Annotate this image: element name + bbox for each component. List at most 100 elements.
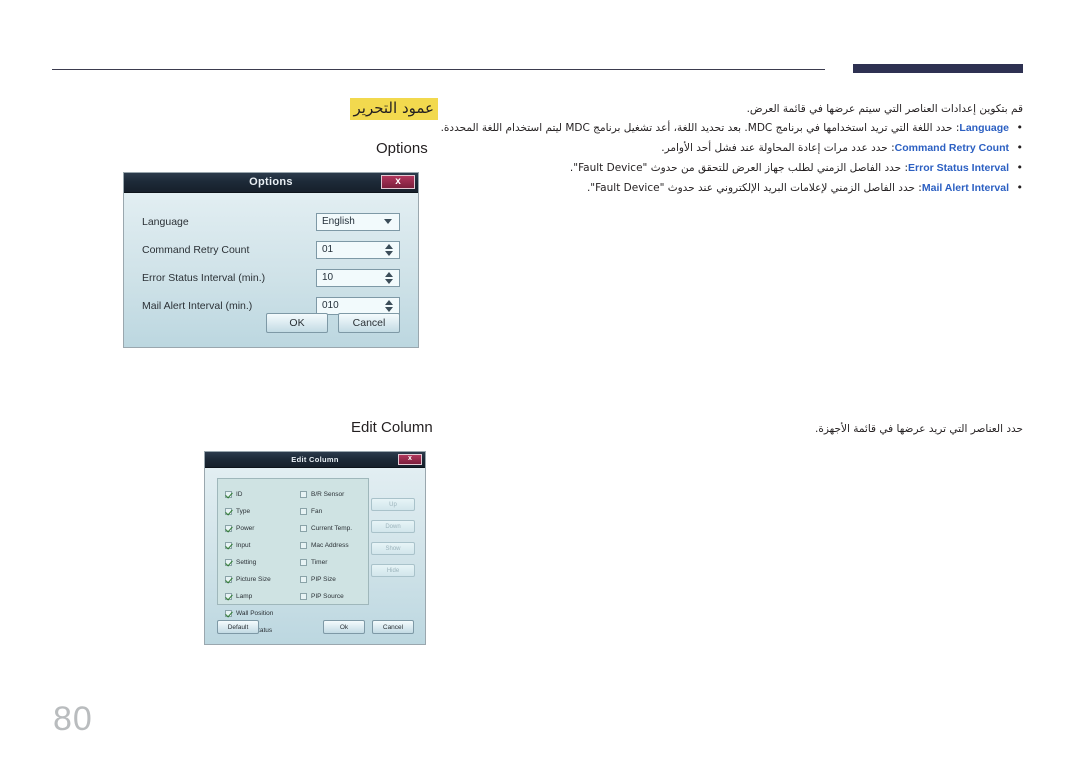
- option-label: Language: [142, 215, 189, 228]
- column-checkbox-panel: ID Type Power Input Setting Picture Size…: [217, 478, 369, 634]
- edit-column-dialog[interactable]: Edit Column x ID Type Power Input Settin…: [204, 451, 426, 645]
- bullet-term: Error Status Interval: [908, 162, 1009, 174]
- edit-column-section-label: Edit Column: [351, 419, 433, 436]
- header-rule: [52, 69, 825, 70]
- language-select[interactable]: English: [316, 212, 400, 231]
- stepper-arrows-icon[interactable]: [385, 299, 393, 312]
- checkbox-row[interactable]: Timer: [300, 554, 368, 570]
- command-retry-count-stepper[interactable]: 01: [316, 240, 400, 259]
- edit-column-dialog-footer: Default Ok Cancel: [205, 620, 425, 636]
- checkbox-row[interactable]: Input: [225, 537, 293, 553]
- checkbox-row[interactable]: Mac Address: [300, 537, 368, 553]
- close-icon[interactable]: x: [398, 454, 422, 465]
- checkbox-icon[interactable]: [225, 524, 232, 532]
- edit-column-dialog-body: ID Type Power Input Setting Picture Size…: [205, 468, 425, 644]
- ok-button[interactable]: Ok: [323, 620, 365, 634]
- checkbox-label: Input: [236, 541, 251, 549]
- checkbox-label: Fan: [311, 507, 323, 515]
- checkbox-icon[interactable]: [300, 575, 307, 583]
- list-item: Error Status Interval: حدد الفاصل الزمني…: [553, 158, 1023, 178]
- checkbox-row[interactable]: PIP Size: [300, 571, 368, 587]
- bullet-text: : حدد الفاصل الزمني لطلب جهاز العرض للتح…: [569, 162, 909, 174]
- checkbox-label: PIP Source: [311, 592, 344, 600]
- ok-button[interactable]: OK: [266, 313, 328, 333]
- checkbox-icon[interactable]: [225, 541, 232, 549]
- checkbox-icon[interactable]: [225, 575, 232, 583]
- stepper-arrows-icon[interactable]: [385, 271, 393, 284]
- checkbox-row[interactable]: Type: [225, 503, 293, 519]
- command-retry-count-value: 01: [322, 244, 334, 255]
- bullet-text: : حدد اللغة التي تريد استخدامها في برنام…: [440, 122, 960, 134]
- stepper-arrows-icon[interactable]: [385, 243, 393, 256]
- checkbox-row[interactable]: Lamp: [225, 588, 293, 604]
- cancel-button[interactable]: Cancel: [338, 313, 400, 333]
- checkbox-row[interactable]: Setting: [225, 554, 293, 570]
- checkbox-row[interactable]: Power: [225, 520, 293, 536]
- checkbox-label: PIP Size: [311, 575, 336, 583]
- move-down-button[interactable]: Down: [371, 520, 415, 533]
- checkbox-row[interactable]: Wall Position: [225, 605, 293, 621]
- checkbox-label: ID: [236, 490, 243, 498]
- checkbox-row[interactable]: Current Temp.: [300, 520, 368, 536]
- bullet-term: Language: [959, 122, 1009, 134]
- close-icon[interactable]: x: [381, 175, 415, 189]
- checkbox-icon[interactable]: [225, 490, 232, 498]
- checkbox-icon[interactable]: [225, 507, 232, 515]
- options-dialog-title: Options: [249, 176, 293, 188]
- bullet-text: : حدد عدد مرات إعادة المحاولة عند فشل أح…: [661, 142, 895, 154]
- checkbox-icon[interactable]: [300, 507, 307, 515]
- checkbox-label: Picture Size: [236, 575, 271, 583]
- bullet-term: Command Retry Count: [894, 142, 1009, 154]
- edit-column-dialog-titlebar[interactable]: Edit Column x: [205, 452, 425, 468]
- checkbox-icon[interactable]: [300, 558, 307, 566]
- options-dialog-titlebar[interactable]: Options x: [124, 173, 418, 193]
- option-label: Error Status Interval (min.): [142, 271, 266, 284]
- hide-button[interactable]: Hide: [371, 564, 415, 577]
- options-dialog[interactable]: Options x Language English Command Retry…: [123, 172, 419, 348]
- list-item: Language: حدد اللغة التي تريد استخدامها …: [441, 118, 1023, 138]
- option-row-language: Language English: [142, 211, 400, 232]
- checkbox-icon[interactable]: [300, 541, 307, 549]
- checkbox-label: Timer: [311, 558, 328, 566]
- option-label: Command Retry Count: [142, 243, 250, 256]
- move-up-button[interactable]: Up: [371, 498, 415, 511]
- checkbox-label: B/R Sensor: [311, 490, 345, 498]
- bullet-text: : حدد الفاصل الزمني لإعلامات البريد الإل…: [586, 182, 922, 194]
- edit-column-dialog-title: Edit Column: [291, 455, 339, 464]
- list-item: Mail Alert Interval: حدد الفاصل الزمني ل…: [553, 178, 1023, 198]
- default-button[interactable]: Default: [217, 620, 259, 634]
- language-value: English: [322, 216, 355, 227]
- options-section-label: Options: [376, 140, 428, 157]
- checkbox-icon[interactable]: [225, 592, 232, 600]
- reorder-button-group: Up Down Show Hide: [371, 498, 415, 577]
- chevron-down-icon: [384, 219, 392, 224]
- checkbox-icon[interactable]: [300, 524, 307, 532]
- checkbox-row[interactable]: ID: [225, 486, 293, 502]
- checkbox-icon[interactable]: [225, 558, 232, 566]
- checkbox-label: Mac Address: [311, 541, 349, 549]
- checkbox-label: Power: [236, 524, 255, 532]
- page-title: عمود التحرير: [349, 98, 438, 120]
- options-bullet-list: Language: حدد اللغة التي تريد استخدامها …: [441, 118, 1023, 198]
- checkbox-label: Type: [236, 507, 251, 515]
- mail-alert-interval-stepper[interactable]: 010: [316, 296, 400, 315]
- option-label: Mail Alert Interval (min.): [142, 299, 253, 312]
- edit-column-description: حدد العناصر التي تريد عرضها في قائمة الأ…: [815, 423, 1023, 435]
- header-accent-bar: [853, 64, 1023, 73]
- options-dialog-buttons: OK Cancel: [266, 313, 400, 333]
- checkbox-row[interactable]: Picture Size: [225, 571, 293, 587]
- checkbox-row[interactable]: B/R Sensor: [300, 486, 368, 502]
- error-status-interval-stepper[interactable]: 10: [316, 268, 400, 287]
- checkbox-icon[interactable]: [300, 592, 307, 600]
- checkbox-row[interactable]: Fan: [300, 503, 368, 519]
- column-list-left: ID Type Power Input Setting Picture Size…: [218, 479, 293, 634]
- option-row-error-status-interval: Error Status Interval (min.) 10: [142, 267, 400, 288]
- checkbox-label: Current Temp.: [311, 524, 353, 532]
- cancel-button[interactable]: Cancel: [372, 620, 414, 634]
- column-list-right: B/R Sensor Fan Current Temp. Mac Address…: [293, 479, 368, 604]
- checkbox-row[interactable]: PIP Source: [300, 588, 368, 604]
- checkbox-icon[interactable]: [300, 490, 307, 498]
- checkbox-icon[interactable]: [225, 609, 232, 617]
- show-button[interactable]: Show: [371, 542, 415, 555]
- option-row-command-retry-count: Command Retry Count 01: [142, 239, 400, 260]
